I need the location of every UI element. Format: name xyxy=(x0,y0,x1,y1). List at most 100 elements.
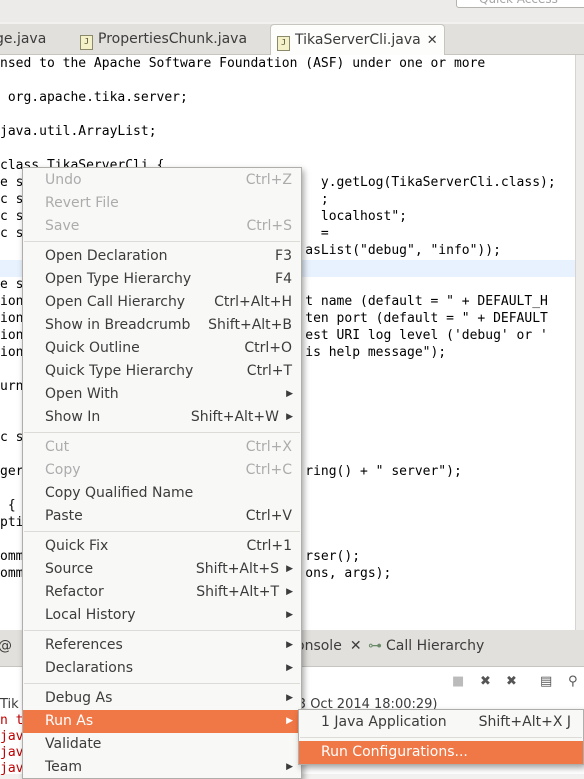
at-icon: @ xyxy=(0,638,12,654)
menu-separator xyxy=(24,683,300,684)
menu-item-label: Local History xyxy=(45,607,136,623)
tab-tikaservercli-java[interactable]: J TikaServerCli.java ✕ xyxy=(270,24,445,55)
menu-item-shortcut: Ctrl+Z xyxy=(245,172,292,188)
menu-item-quick-outline[interactable]: Quick Outline Ctrl+O xyxy=(23,337,301,360)
menu-item-shortcut: F3 xyxy=(275,248,292,264)
submenu-arrow-icon: ▶ xyxy=(286,693,293,703)
close-icon[interactable]: ✕ xyxy=(350,638,362,654)
menu-item-shortcut: Ctrl+X xyxy=(245,439,292,455)
menu-item-show-in[interactable]: Show In Shift+Alt+W ▶ xyxy=(23,406,301,429)
menu-item-label: Save xyxy=(45,218,80,234)
terminate-icon[interactable]: ■ xyxy=(452,674,464,689)
submenu-item-1-java-application[interactable]: 1 Java Application Shift+Alt+X J xyxy=(299,711,583,734)
submenu-item-label: 1 Java Application xyxy=(321,714,447,730)
menu-item-refactor[interactable]: Refactor Shift+Alt+T ▶ xyxy=(23,581,301,604)
tab-label: TikaServerCli.java xyxy=(295,32,421,48)
menu-item-copy[interactable]: Copy Ctrl+C xyxy=(23,459,301,482)
tab-page-java[interactable]: ge.java xyxy=(0,24,46,54)
menu-item-shortcut: Ctrl+S xyxy=(246,218,292,234)
code-line: nsed to the Apache Software Foundation (… xyxy=(0,56,486,71)
console-line: n t xyxy=(0,713,24,728)
menu-item-label: Open With xyxy=(45,386,119,402)
menu-item-team[interactable]: Team ▶ xyxy=(23,756,301,779)
menu-separator xyxy=(24,432,300,433)
menu-item-shortcut: Ctrl+C xyxy=(245,462,292,478)
menu-item-shortcut: Shift+Alt+B xyxy=(208,317,292,333)
menu-item-copy-qualified-name[interactable]: Copy Qualified Name xyxy=(23,482,301,505)
quick-access-input[interactable]: Quick Access xyxy=(456,0,584,8)
tab-call-hierarchy[interactable]: ⊶ Call Hierarchy xyxy=(368,638,484,654)
menu-item-open-call-hierarchy[interactable]: Open Call Hierarchy Ctrl+Alt+H xyxy=(23,291,301,314)
submenu-arrow-icon: ▶ xyxy=(286,663,293,673)
pin-icon[interactable]: ⚲ xyxy=(568,674,578,689)
menu-item-local-history[interactable]: Local History ▶ xyxy=(23,604,301,627)
menu-item-shortcut: Ctrl+1 xyxy=(246,538,292,554)
menu-item-label: Open Call Hierarchy xyxy=(45,294,186,310)
menu-item-label: Source xyxy=(45,561,94,577)
menu-item-paste[interactable]: Paste Ctrl+V xyxy=(23,505,301,528)
tab-label: PropertiesChunk.java xyxy=(98,31,248,47)
editor-vertical-scrollbar[interactable] xyxy=(575,55,584,630)
code-line: c s xyxy=(0,430,24,445)
menu-item-label: Open Type Hierarchy xyxy=(45,271,192,287)
tab-propertieschunk-java[interactable]: J PropertiesChunk.java xyxy=(80,24,247,54)
menu-item-shortcut: Shift+Alt+S xyxy=(195,561,279,577)
menu-item-save[interactable]: Save Ctrl+S xyxy=(23,215,301,238)
code-line: urn xyxy=(0,379,24,394)
menu-item-declarations[interactable]: Declarations ▶ xyxy=(23,657,301,680)
menu-item-label: Quick Fix xyxy=(45,538,109,554)
submenu-arrow-icon: ▶ xyxy=(286,640,293,650)
editor-context-menu: Undo Ctrl+Z Revert File Save Ctrl+S Open Decl… xyxy=(22,167,302,779)
menu-item-references[interactable]: References ▶ xyxy=(23,634,301,657)
remove-all-icon[interactable]: ✖ xyxy=(506,674,517,689)
tab-console[interactable]: onsole ✕ xyxy=(296,638,362,654)
menu-item-quick-fix[interactable]: Quick Fix Ctrl+1 xyxy=(23,535,301,558)
menu-item-shortcut: F4 xyxy=(275,271,292,287)
menu-item-label: Debug As xyxy=(45,690,113,706)
scroll-lock-icon[interactable]: ▤ xyxy=(540,674,552,689)
menu-item-show-in-breadcrumb[interactable]: Show in Breadcrumb Shift+Alt+B xyxy=(23,314,301,337)
menu-item-label: Validate xyxy=(45,736,102,752)
menu-item-label: Revert File xyxy=(45,195,119,211)
tab-label: Call Hierarchy xyxy=(386,638,485,654)
submenu-arrow-icon: ▶ xyxy=(286,564,293,574)
menu-item-shortcut: Ctrl+Alt+H xyxy=(214,294,292,310)
menu-separator xyxy=(24,531,300,532)
tab-label: onsole xyxy=(296,638,342,654)
submenu-arrow-icon: ▶ xyxy=(286,389,293,399)
code-line: org.apache.tika.server; xyxy=(0,90,188,105)
menu-item-open-declaration[interactable]: Open Declaration F3 xyxy=(23,245,301,268)
submenu-arrow-icon: ▶ xyxy=(286,587,293,597)
top-toolbar-strip: Quick Access xyxy=(0,0,584,22)
menu-item-label: Team xyxy=(45,759,83,775)
menu-item-source[interactable]: Source Shift+Alt+S ▶ xyxy=(23,558,301,581)
menu-separator xyxy=(24,241,300,242)
submenu-arrow-icon: ▶ xyxy=(286,412,293,422)
menu-item-open-type-hierarchy[interactable]: Open Type Hierarchy F4 xyxy=(23,268,301,291)
submenu-item-run-configurations[interactable]: Run Configurations... xyxy=(299,741,583,764)
menu-item-open-with[interactable]: Open With ▶ xyxy=(23,383,301,406)
menu-item-cut[interactable]: Cut Ctrl+X xyxy=(23,436,301,459)
submenu-arrow-icon: ▶ xyxy=(286,762,293,772)
code-line: java.util.ArrayList; xyxy=(0,124,157,139)
menu-item-shortcut: Ctrl+V xyxy=(245,508,292,524)
menu-item-label: Quick Type Hierarchy xyxy=(45,363,194,379)
menu-item-debug-as[interactable]: Debug As ▶ xyxy=(23,687,301,710)
menu-item-run-as[interactable]: Run As ▶ xyxy=(23,710,301,733)
menu-item-label: Refactor xyxy=(45,584,104,600)
menu-item-revert-file[interactable]: Revert File xyxy=(23,192,301,215)
menu-item-label: Declarations xyxy=(45,660,134,676)
menu-item-label: Open Declaration xyxy=(45,248,168,264)
menu-item-undo[interactable]: Undo Ctrl+Z xyxy=(23,169,301,192)
submenu-arrow-icon: ▶ xyxy=(286,716,293,726)
close-icon[interactable]: ✕ xyxy=(427,33,438,48)
menu-item-label: Cut xyxy=(45,439,70,455)
menu-item-quick-type-hierarchy[interactable]: Quick Type Hierarchy Ctrl+T xyxy=(23,360,301,383)
java-file-icon: J xyxy=(277,36,290,51)
menu-item-label: Undo xyxy=(45,172,82,188)
remove-launch-icon[interactable]: ✖ xyxy=(480,674,491,689)
menu-item-validate[interactable]: Validate xyxy=(23,733,301,756)
menu-item-shortcut: Shift+Alt+W xyxy=(190,409,279,425)
menu-item-label: Quick Outline xyxy=(45,340,140,356)
java-file-icon: J xyxy=(80,35,93,50)
